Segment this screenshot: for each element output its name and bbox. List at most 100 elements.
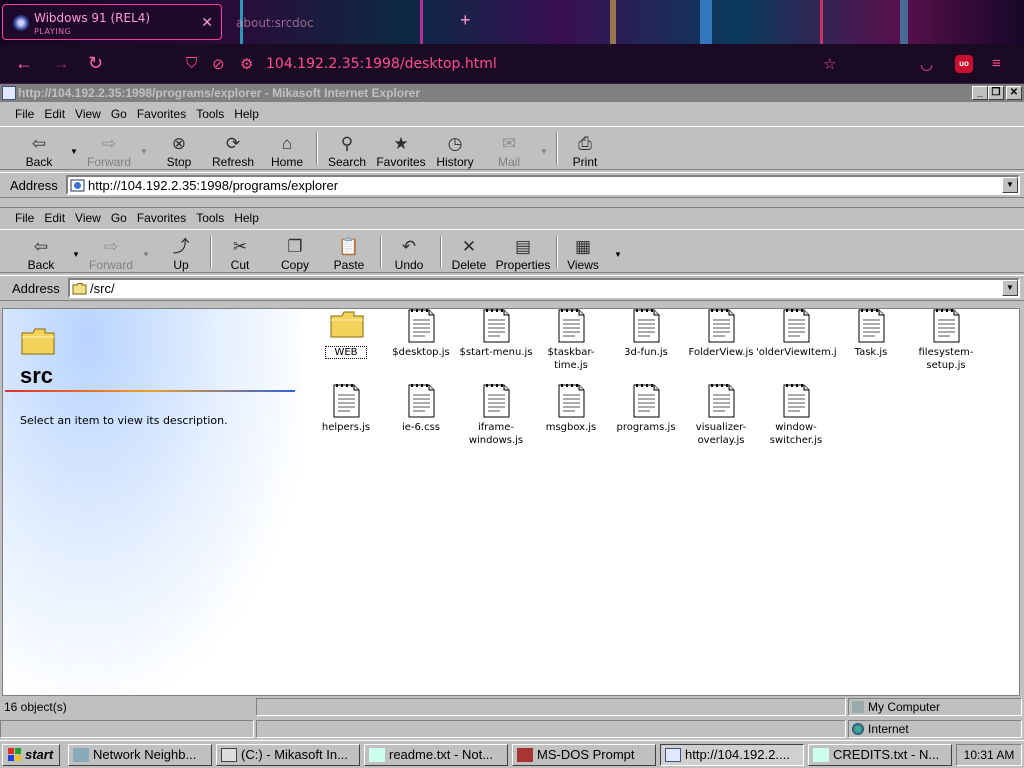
back-dropdown-icon[interactable]: ▼ — [70, 147, 78, 156]
taskbar-item-ie[interactable]: http://104.192.2.... — [660, 744, 804, 766]
menu-favorites[interactable]: Favorites — [132, 104, 191, 124]
search-button[interactable]: ⚲ Search — [324, 133, 370, 169]
browser-url-field[interactable]: 104.192.2.35:1998/desktop.html — [266, 56, 497, 72]
tab-close-icon[interactable]: ✕ — [201, 14, 213, 31]
minimize-button[interactable]: _ — [972, 86, 988, 100]
start-button[interactable]: start — [2, 744, 60, 766]
ublock-extension-icon[interactable]: uo — [955, 55, 973, 73]
print-button[interactable]: ⎙ Print — [566, 133, 604, 169]
file-item[interactable]: ie-6.css — [381, 384, 461, 434]
close-button[interactable]: ✕ — [1006, 86, 1022, 100]
document-icon — [405, 309, 437, 343]
object-count: 16 object(s) — [4, 700, 67, 714]
file-name-label: WEB — [325, 346, 367, 359]
mail-dropdown-icon[interactable]: ▼ — [540, 147, 548, 156]
menu-edit[interactable]: Edit — [39, 104, 70, 124]
file-item[interactable]: FolderView.js — [681, 309, 761, 359]
forward-button[interactable]: ⇨ Forward — [86, 236, 136, 272]
browser-reload-icon[interactable]: ↻ — [88, 53, 103, 73]
favorites-button[interactable]: ★ Favorites — [374, 133, 428, 169]
forward-dropdown-icon[interactable]: ▼ — [142, 250, 150, 259]
back-button[interactable]: ⇦ Back — [24, 236, 58, 272]
undo-button[interactable]: ↶ Undo — [388, 236, 430, 272]
file-item[interactable]: $taskbar- time.js — [531, 309, 611, 372]
file-name-label: window- switcher.js — [769, 422, 823, 446]
large-folder-icon — [21, 328, 55, 355]
site-settings-icon[interactable]: ⚙ — [240, 55, 253, 73]
back-arrow-icon: ⇦ — [31, 134, 47, 153]
history-icon: ◷ — [447, 134, 463, 153]
new-tab-plus-icon[interactable]: + — [460, 10, 471, 31]
stop-button[interactable]: ⊗ Stop — [162, 133, 196, 169]
file-item[interactable]: msgbox.js — [531, 384, 611, 434]
file-item[interactable]: iframe- windows.js — [456, 384, 536, 447]
forward-button[interactable]: ⇨ Forward — [84, 133, 134, 169]
browser-forward-arrow-icon[interactable]: → — [52, 53, 70, 73]
views-button[interactable]: ▦ Views — [562, 236, 604, 272]
taskbar-item-msdos[interactable]: MS-DOS Prompt — [512, 744, 656, 766]
taskbar-item-credits[interactable]: CREDITS.txt - N... — [808, 744, 952, 766]
browser-tab-active[interactable]: Wibdows 91 (REL4) PLAYING ✕ — [2, 4, 222, 40]
properties-button[interactable]: ▤ Properties — [492, 236, 554, 272]
back-button[interactable]: ⇦ Back — [22, 133, 56, 169]
menu-view[interactable]: View — [70, 208, 106, 228]
file-item[interactable]: 3d-fun.js — [606, 309, 686, 359]
taskbar-item-explorer[interactable]: (C:) - Mikasoft In... — [216, 744, 360, 766]
file-item[interactable]: $start-menu.js — [456, 309, 536, 359]
file-item[interactable]: Task.js — [831, 309, 911, 359]
address-dropdown-icon[interactable]: ▼ — [1002, 280, 1018, 296]
file-item[interactable]: 'olderViewItem.j — [756, 309, 837, 359]
views-dropdown-icon[interactable]: ▼ — [614, 250, 622, 259]
file-item[interactable]: filesystem- setup.js — [906, 309, 986, 372]
delete-button[interactable]: ✕ Delete — [448, 236, 490, 272]
file-item[interactable]: helpers.js — [306, 384, 386, 434]
paste-button[interactable]: 📋 Paste — [326, 236, 372, 272]
permissions-icon[interactable]: ⊘ — [212, 55, 225, 73]
address-dropdown-icon[interactable]: ▼ — [1002, 177, 1018, 193]
explorer-address-bar: Address /src/ ▼ — [0, 275, 1024, 301]
toolbar-separator — [556, 236, 558, 268]
file-item[interactable]: visualizer- overlay.js — [681, 384, 761, 447]
file-item[interactable]: $desktop.js — [381, 309, 461, 359]
forward-dropdown-icon[interactable]: ▼ — [140, 147, 148, 156]
menu-tools[interactable]: Tools — [191, 104, 229, 124]
menu-file[interactable]: File — [10, 104, 39, 124]
history-button[interactable]: ◷ History — [432, 133, 478, 169]
menu-help[interactable]: Help — [229, 208, 264, 228]
pocket-icon[interactable]: ◡ — [920, 55, 933, 73]
folder-item[interactable]: WEB — [306, 309, 386, 359]
undo-icon: ↶ — [401, 237, 417, 256]
home-button[interactable]: ⌂ Home — [266, 133, 308, 169]
menu-edit[interactable]: Edit — [39, 208, 70, 228]
taskbar-item-readme[interactable]: readme.txt - Not... — [364, 744, 508, 766]
refresh-button[interactable]: ⟳ Refresh — [208, 133, 258, 169]
up-button[interactable]: ⤴ Up — [164, 236, 198, 272]
back-dropdown-icon[interactable]: ▼ — [72, 250, 80, 259]
hamburger-menu-icon[interactable]: ≡ — [992, 55, 1001, 72]
mail-button[interactable]: ✉ Mail — [490, 133, 528, 169]
shield-icon[interactable]: ⛉ — [186, 55, 197, 72]
menu-tools[interactable]: Tools — [191, 208, 229, 228]
browser-back-arrow-icon[interactable]: ← — [15, 53, 33, 73]
copy-button[interactable]: ❐ Copy — [274, 236, 316, 272]
document-icon — [780, 309, 812, 343]
menu-file[interactable]: File — [10, 208, 39, 228]
cut-button[interactable]: ✂ Cut — [222, 236, 258, 272]
file-item[interactable]: window- switcher.js — [756, 384, 836, 447]
menu-go[interactable]: Go — [106, 208, 132, 228]
menu-favorites[interactable]: Favorites — [132, 208, 191, 228]
bookmark-star-icon[interactable]: ☆ — [823, 55, 836, 73]
taskbar: start Network Neighb... (C:) - Mikasoft … — [0, 740, 1024, 768]
explorer-menubar: File Edit View Go Favorites Tools Help — [0, 207, 1024, 227]
menu-go[interactable]: Go — [106, 104, 132, 124]
ie-address-input[interactable]: http://104.192.2.35:1998/programs/explor… — [66, 175, 1020, 195]
maximize-button[interactable]: ❐ — [988, 86, 1004, 100]
menu-view[interactable]: View — [70, 104, 106, 124]
browser-tab-inactive[interactable]: about:srcdoc — [228, 4, 458, 40]
taskbar-item-network[interactable]: Network Neighb... — [68, 744, 212, 766]
menu-help[interactable]: Help — [229, 104, 264, 124]
folder-info-pane: src Select an item to view its descripti… — [3, 309, 303, 695]
ie-window-titlebar[interactable]: http://104.192.2.35:1998/programs/explor… — [0, 84, 1024, 102]
explorer-address-input[interactable]: /src/ ▼ — [68, 278, 1020, 298]
file-item[interactable]: programs.js — [606, 384, 686, 434]
